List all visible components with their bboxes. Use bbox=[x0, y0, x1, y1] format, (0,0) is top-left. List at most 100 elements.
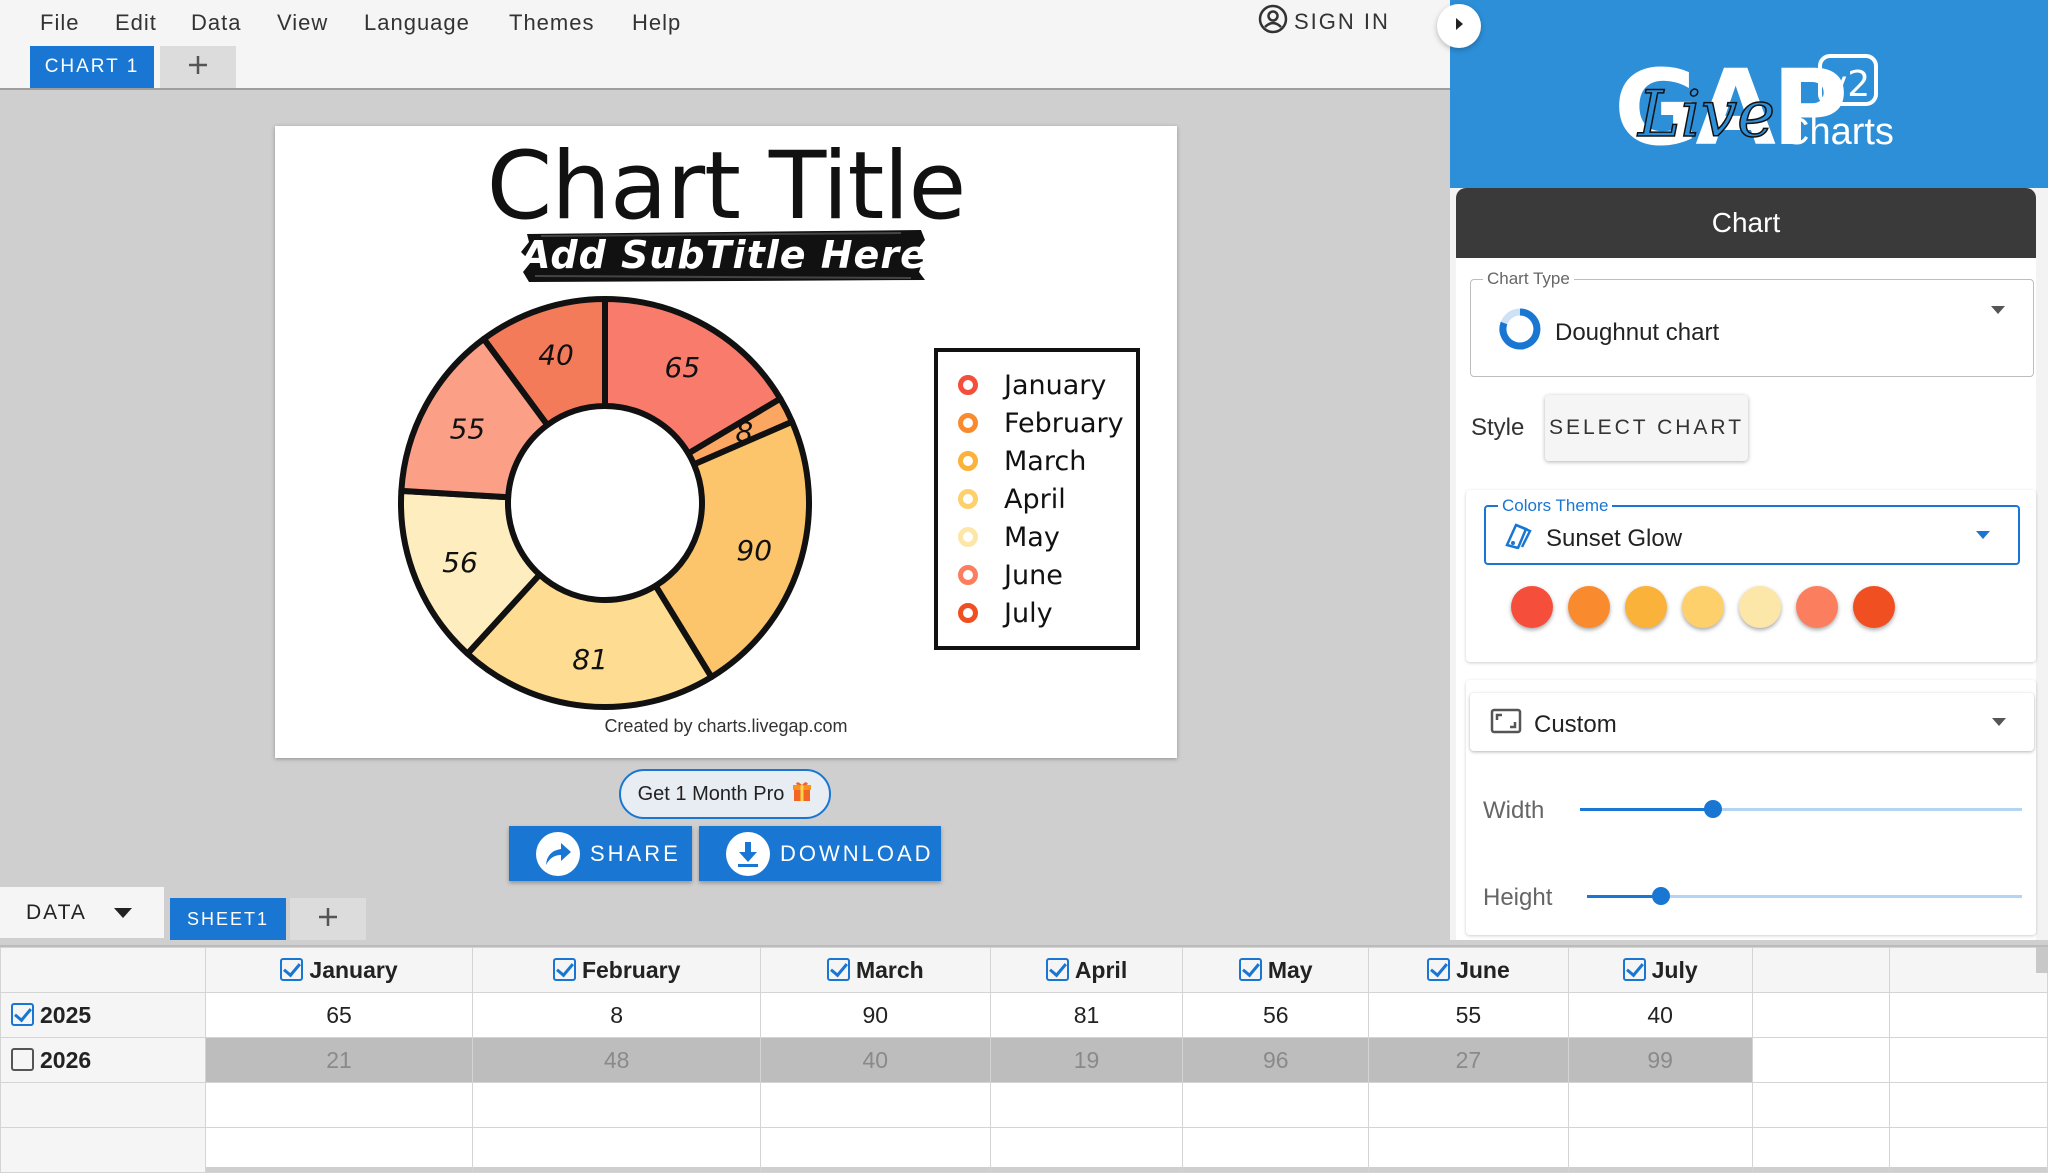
legend-label: July bbox=[1004, 597, 1053, 629]
table-cell[interactable]: 27 bbox=[1368, 1037, 1569, 1083]
table-cell[interactable]: 96 bbox=[1182, 1037, 1370, 1083]
legend-item-april[interactable]: April bbox=[958, 482, 1066, 516]
table-cell[interactable] bbox=[1182, 1082, 1370, 1128]
table-cell[interactable]: 19 bbox=[989, 1037, 1184, 1083]
color-swatch-3[interactable] bbox=[1625, 586, 1667, 628]
column-header-march[interactable]: March bbox=[759, 947, 991, 993]
table-cell[interactable]: 55 bbox=[1368, 992, 1569, 1038]
column-checkbox[interactable] bbox=[1427, 957, 1451, 981]
table-cell[interactable]: 81 bbox=[989, 992, 1184, 1038]
table-cell[interactable]: 21 bbox=[204, 1037, 474, 1083]
menu-help[interactable]: Help bbox=[632, 10, 681, 36]
row-header-empty[interactable] bbox=[0, 1082, 206, 1128]
table-cell[interactable]: 90 bbox=[759, 992, 991, 1038]
add-sheet-button[interactable] bbox=[290, 898, 366, 940]
select-chart-button[interactable]: SELECT CHART bbox=[1545, 395, 1748, 461]
table-cell[interactable] bbox=[759, 1127, 991, 1173]
table-cell[interactable]: 99 bbox=[1567, 1037, 1753, 1083]
tab-sheet-1[interactable]: SHEET1 bbox=[170, 898, 286, 940]
row-checkbox[interactable] bbox=[11, 1047, 34, 1071]
menu-data[interactable]: Data bbox=[191, 10, 241, 36]
chart-type-select[interactable]: Chart Type Doughnut chart bbox=[1470, 269, 2034, 377]
table-cell[interactable] bbox=[1751, 1127, 1891, 1173]
legend-item-july[interactable]: July bbox=[958, 596, 1053, 630]
color-swatch-6[interactable] bbox=[1796, 586, 1838, 628]
table-cell[interactable] bbox=[759, 1082, 991, 1128]
legend-item-february[interactable]: February bbox=[958, 406, 1124, 440]
legend-item-january[interactable]: January bbox=[958, 368, 1106, 402]
column-header-july[interactable]: July bbox=[1567, 947, 1753, 993]
color-swatch-2[interactable] bbox=[1568, 586, 1610, 628]
grid-scrollbar[interactable] bbox=[2036, 947, 2048, 973]
table-cell[interactable]: 8 bbox=[472, 992, 761, 1038]
column-checkbox[interactable] bbox=[1238, 957, 1262, 981]
column-header-january[interactable]: January bbox=[204, 947, 474, 993]
empty-header-cell[interactable] bbox=[1751, 947, 1891, 993]
row-header-2025[interactable]: 2025 bbox=[0, 992, 206, 1038]
size-mode-select[interactable]: Custom bbox=[1470, 693, 2034, 751]
empty-header-cell[interactable] bbox=[1889, 947, 2048, 993]
table-cell[interactable] bbox=[1751, 992, 1891, 1038]
column-header-february[interactable]: February bbox=[472, 947, 761, 993]
width-slider-thumb[interactable] bbox=[1704, 800, 1722, 818]
table-cell[interactable] bbox=[1368, 1127, 1569, 1173]
column-header-may[interactable]: May bbox=[1182, 947, 1370, 993]
color-swatch-7[interactable] bbox=[1853, 586, 1895, 628]
height-slider-thumb[interactable] bbox=[1652, 887, 1670, 905]
get-pro-button[interactable]: Get 1 Month Pro bbox=[619, 769, 831, 819]
table-cell[interactable] bbox=[1889, 1082, 2048, 1128]
menu-themes[interactable]: Themes bbox=[509, 10, 594, 36]
table-cell[interactable]: 65 bbox=[204, 992, 474, 1038]
table-cell[interactable] bbox=[1567, 1127, 1753, 1173]
table-cell[interactable]: 48 bbox=[472, 1037, 761, 1083]
menu-language[interactable]: Language bbox=[364, 10, 470, 36]
sign-in-button[interactable]: SIGN IN bbox=[1258, 4, 1390, 37]
menu-edit[interactable]: Edit bbox=[115, 10, 157, 36]
table-cell[interactable] bbox=[989, 1127, 1184, 1173]
column-checkbox[interactable] bbox=[552, 957, 576, 981]
table-cell[interactable]: 56 bbox=[1182, 992, 1370, 1038]
row-checkbox[interactable] bbox=[11, 1002, 34, 1026]
table-cell[interactable] bbox=[204, 1082, 474, 1128]
data-menu-button[interactable]: DATA bbox=[0, 887, 164, 938]
table-cell[interactable] bbox=[989, 1082, 1184, 1128]
legend-item-may[interactable]: May bbox=[958, 520, 1060, 554]
legend-item-march[interactable]: March bbox=[958, 444, 1086, 478]
table-cell[interactable]: 40 bbox=[1567, 992, 1753, 1038]
column-checkbox[interactable] bbox=[1045, 957, 1069, 981]
row-header-2026[interactable]: 2026 bbox=[0, 1037, 206, 1083]
download-button[interactable]: DOWNLOAD bbox=[699, 826, 941, 881]
table-cell[interactable] bbox=[1751, 1082, 1891, 1128]
table-cell[interactable] bbox=[1889, 1127, 2048, 1173]
tab-chart-1[interactable]: CHART 1 bbox=[30, 46, 154, 88]
share-button[interactable]: SHARE bbox=[509, 826, 692, 881]
table-cell[interactable] bbox=[1368, 1082, 1569, 1128]
table-cell[interactable] bbox=[472, 1082, 761, 1128]
menu-view[interactable]: View bbox=[277, 10, 328, 36]
column-header-april[interactable]: April bbox=[989, 947, 1184, 993]
colors-theme-select[interactable]: Colors Theme Sunset Glow bbox=[1484, 496, 2020, 565]
table-cell[interactable] bbox=[472, 1127, 761, 1173]
corner-cell[interactable] bbox=[0, 947, 206, 993]
column-checkbox[interactable] bbox=[826, 957, 850, 981]
column-checkbox[interactable] bbox=[1622, 957, 1646, 981]
menu-file[interactable]: File bbox=[40, 10, 79, 36]
legend-item-june[interactable]: June bbox=[958, 558, 1063, 592]
color-swatch-4[interactable] bbox=[1682, 586, 1724, 628]
column-header-june[interactable]: June bbox=[1368, 947, 1569, 993]
table-cell[interactable] bbox=[1889, 992, 2048, 1038]
add-chart-tab-button[interactable] bbox=[160, 46, 236, 88]
table-cell[interactable] bbox=[204, 1127, 474, 1173]
table-cell[interactable]: 40 bbox=[759, 1037, 991, 1083]
color-swatch-1[interactable] bbox=[1511, 586, 1553, 628]
table-cell[interactable] bbox=[1889, 1037, 2048, 1083]
row-header-empty[interactable] bbox=[0, 1127, 206, 1173]
chevron-right-icon bbox=[1453, 17, 1465, 36]
table-cell[interactable] bbox=[1567, 1082, 1753, 1128]
column-checkbox[interactable] bbox=[280, 957, 304, 981]
table-cell[interactable] bbox=[1751, 1037, 1891, 1083]
chart-canvas[interactable]: Chart Title Add SubTitle Here 40 65 8 90 81 5… bbox=[275, 126, 1177, 758]
color-swatch-5[interactable] bbox=[1739, 586, 1781, 628]
collapse-panel-button[interactable] bbox=[1437, 4, 1481, 48]
table-cell[interactable] bbox=[1182, 1127, 1370, 1173]
